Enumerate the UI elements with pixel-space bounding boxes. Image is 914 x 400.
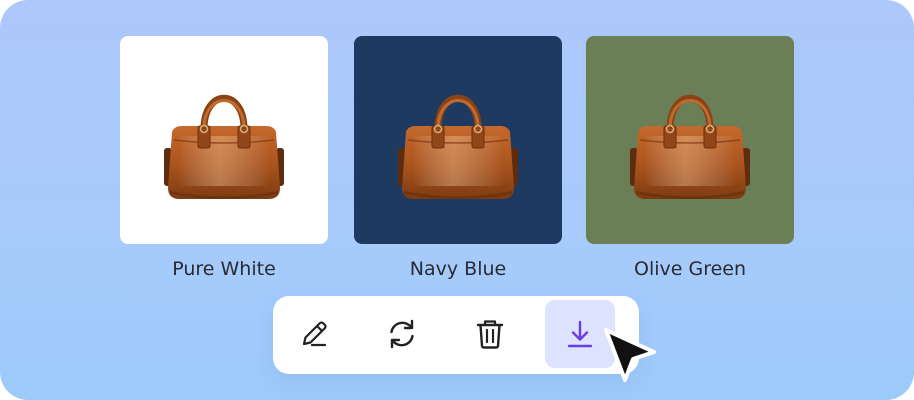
trash-icon	[476, 320, 504, 349]
regenerate-button[interactable]	[367, 300, 437, 368]
swatch-label-olive: Olive Green	[633, 258, 747, 280]
delete-button[interactable]	[455, 300, 525, 368]
swatch-label-white: Pure White	[172, 258, 276, 280]
bag-preview-olive	[586, 36, 794, 244]
download-icon	[567, 320, 593, 348]
swatch-label-navy: Navy Blue	[409, 258, 507, 280]
mouse-cursor-icon	[604, 328, 656, 382]
edit-button[interactable]	[279, 300, 349, 368]
bag-preview-navy	[354, 36, 562, 244]
swatch-card-olive[interactable]	[586, 36, 794, 244]
swatch-card-navy[interactable]	[354, 36, 562, 244]
refresh-icon	[390, 319, 414, 349]
action-toolbar	[273, 296, 639, 374]
swatch-card-white[interactable]	[120, 36, 328, 244]
pencil-icon	[302, 321, 327, 347]
bag-preview-white	[120, 36, 328, 244]
background-panel: Pure White Navy Blue Olive Green	[0, 0, 914, 400]
